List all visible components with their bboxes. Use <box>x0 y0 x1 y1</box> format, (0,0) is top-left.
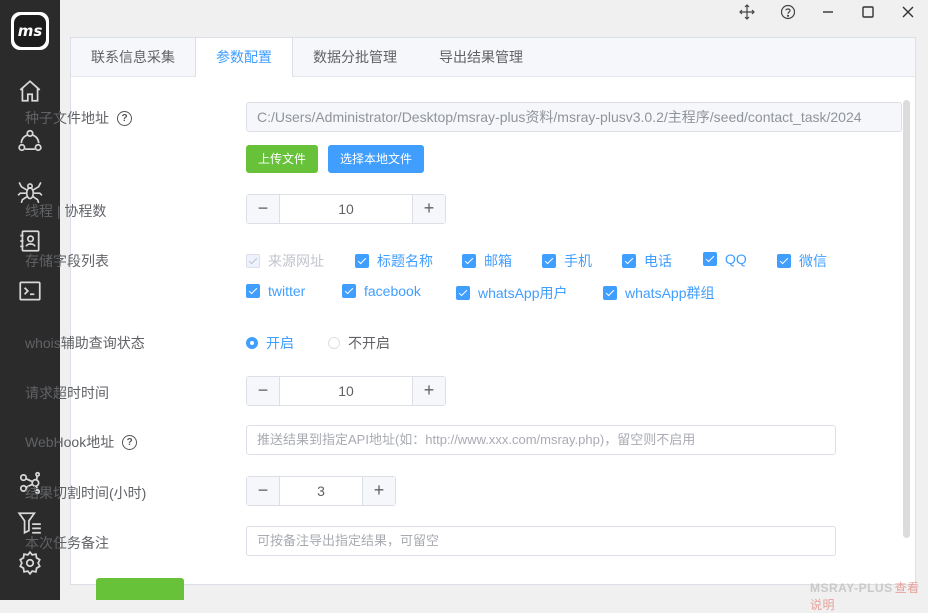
field-checkbox-source-url[interactable]: 来源网址 <box>246 251 324 271</box>
whois-label: whois辅助查询状态 <box>25 335 145 351</box>
upload-file-button[interactable]: 上传文件 <box>246 145 318 173</box>
webhook-input[interactable]: 推送结果到指定API地址(如：http://www.xxx.com/msray.… <box>246 425 836 455</box>
field-checkbox-qq[interactable]: QQ <box>703 251 747 267</box>
fields-label: 存储字段列表 <box>25 253 109 269</box>
seed-file-label-row: 种子文件地址 ? <box>25 108 132 128</box>
threads-decrement-button[interactable]: − <box>247 195 280 223</box>
terminal-icon[interactable] <box>15 276 45 306</box>
tab-data-batch[interactable]: 数据分批管理 <box>292 38 418 76</box>
timeout-stepper[interactable]: − 10 + <box>246 376 446 406</box>
field-checkbox-whatsapp-group[interactable]: whatsApp群组 <box>603 283 714 303</box>
logo-text: ms <box>14 15 46 47</box>
seed-file-input[interactable]: C:/Users/Administrator/Desktop/msray-plu… <box>246 102 902 132</box>
note-input[interactable]: 可按备注导出指定结果，可留空 <box>246 526 836 556</box>
whois-off-radio[interactable]: 不开启 <box>328 333 390 353</box>
note-label: 本次任务备注 <box>25 535 109 551</box>
maximize-icon[interactable] <box>857 2 879 22</box>
move-icon[interactable] <box>736 2 758 22</box>
save-button[interactable] <box>96 578 184 600</box>
watermark-brand: MSRAY-PLUS <box>810 581 893 595</box>
field-checkbox-title[interactable]: 标题名称 <box>355 251 433 271</box>
split-time-decrement-button[interactable]: − <box>247 477 280 505</box>
field-checkbox-email[interactable]: 邮箱 <box>462 251 512 271</box>
seed-file-label: 种子文件地址 <box>25 110 109 126</box>
tab-contact-collection[interactable]: 联系信息采集 <box>71 38 195 76</box>
timeout-decrement-button[interactable]: − <box>247 377 280 405</box>
app-logo: ms <box>11 12 49 50</box>
choose-local-file-button[interactable]: 选择本地文件 <box>328 145 424 173</box>
split-time-label: 结果切割时间(小时) <box>25 485 147 501</box>
timeout-value[interactable]: 10 <box>280 377 412 405</box>
field-checkbox-twitter[interactable]: twitter <box>246 283 305 299</box>
tab-export-results[interactable]: 导出结果管理 <box>418 38 544 76</box>
sidebar: ms <box>0 0 60 600</box>
field-checkbox-mobile[interactable]: 手机 <box>542 251 592 271</box>
field-checkbox-whatsapp-user[interactable]: whatsApp用户 <box>456 283 567 303</box>
threads-increment-button[interactable]: + <box>412 195 445 223</box>
field-checkbox-phone[interactable]: 电话 <box>622 251 672 271</box>
help-icon[interactable]: ? <box>122 434 138 450</box>
watermark: MSRAY-PLUS 查看说明 <box>810 579 928 613</box>
help-icon[interactable]: ? <box>117 110 132 126</box>
title-bar <box>60 0 928 24</box>
tab-bar: 联系信息采集 参数配置 数据分批管理 导出结果管理 <box>71 38 915 77</box>
field-checkbox-wechat[interactable]: 微信 <box>777 251 827 271</box>
help-circle-icon[interactable] <box>777 2 799 22</box>
threads-label: 线程 | 协程数 <box>25 203 107 219</box>
minimize-icon[interactable] <box>817 2 839 22</box>
split-time-increment-button[interactable]: + <box>362 477 395 505</box>
timeout-label: 请求超时时间 <box>25 385 109 401</box>
split-time-stepper[interactable]: − 3 + <box>246 476 396 506</box>
whois-on-radio[interactable]: 开启 <box>246 333 294 353</box>
home-icon[interactable] <box>15 76 45 106</box>
tab-parameter-config[interactable]: 参数配置 <box>195 38 293 77</box>
webhook-label: WebHook地址 <box>25 434 115 450</box>
threads-value[interactable]: 10 <box>280 195 412 223</box>
share-network-icon[interactable] <box>15 126 45 156</box>
timeout-increment-button[interactable]: + <box>412 377 445 405</box>
threads-stepper[interactable]: − 10 + <box>246 194 446 224</box>
close-icon[interactable] <box>897 2 919 22</box>
webhook-label-row: WebHook地址 ? <box>25 432 138 452</box>
scrollbar[interactable] <box>903 100 910 538</box>
split-time-value[interactable]: 3 <box>280 477 362 505</box>
field-checkbox-facebook[interactable]: facebook <box>342 283 421 299</box>
